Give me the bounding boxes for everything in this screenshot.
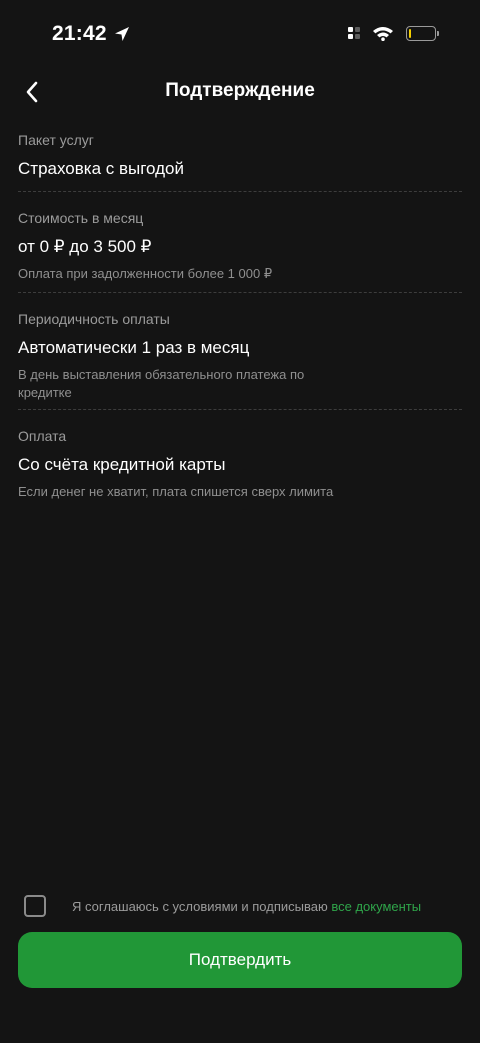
confirm-button[interactable]: Подтвердить	[18, 932, 462, 988]
service-package-label: Пакет услуг	[18, 132, 94, 148]
status-bar: 21:42	[0, 0, 480, 70]
payment-frequency-value: Автоматически 1 раз в месяц	[18, 338, 250, 357]
status-time-text: 21:42	[52, 22, 107, 45]
service-package-value: Страховка с выгодой	[18, 159, 185, 178]
service-package-section: Пакет услуг Страховка с выгодой	[18, 130, 462, 192]
location-arrow-icon	[114, 27, 129, 41]
payment-source-label: Оплата	[18, 428, 67, 444]
confirmation-details: Пакет услуг Страховка с выгодой Стоимост…	[18, 130, 462, 501]
monthly-cost-section: Стоимость в месяц от 0 ₽ до 3 500 ₽ Опла…	[18, 192, 462, 293]
status-time: 21:42	[52, 22, 131, 46]
all-documents-link[interactable]: все документы	[331, 899, 421, 914]
monthly-cost-label: Стоимость в месяц	[18, 210, 144, 226]
battery-icon	[406, 25, 439, 41]
page-title: Подтверждение	[165, 80, 315, 101]
payment-source-note: Если денег не хватит, плата спишется све…	[18, 484, 334, 499]
signal-icon	[348, 27, 360, 39]
monthly-cost-note: Оплата при задолженности более 1 000 ₽	[18, 266, 273, 281]
agreement-label: Я соглашаюсь с условиями и подписываю	[72, 898, 328, 914]
wifi-icon	[373, 27, 393, 41]
status-icons	[348, 25, 439, 41]
payment-frequency-section: Периодичность оплаты Автоматически 1 раз…	[18, 293, 462, 410]
payment-frequency-label: Периодичность оплаты	[18, 311, 170, 327]
confirmation-screen: 21:42 Подтверждение Пакет услуг Страховк…	[0, 0, 480, 1043]
payment-source-value: Со счёта кредитной карты	[18, 455, 226, 474]
header: Подтверждение	[0, 70, 480, 114]
agreement-row: Я соглашаюсь с условиями и подписываю вс…	[24, 894, 464, 918]
payment-frequency-note: В день выставления обязательного платежа…	[18, 367, 305, 400]
agreement-text: Я соглашаюсь с условиями и подписываю вс…	[72, 899, 421, 914]
agreement-checkbox[interactable]	[24, 895, 46, 917]
payment-source-section: Оплата Со счёта кредитной карты Если ден…	[18, 410, 462, 501]
battery-level	[409, 28, 411, 38]
monthly-cost-value: от 0 ₽ до 3 500 ₽	[18, 237, 152, 256]
